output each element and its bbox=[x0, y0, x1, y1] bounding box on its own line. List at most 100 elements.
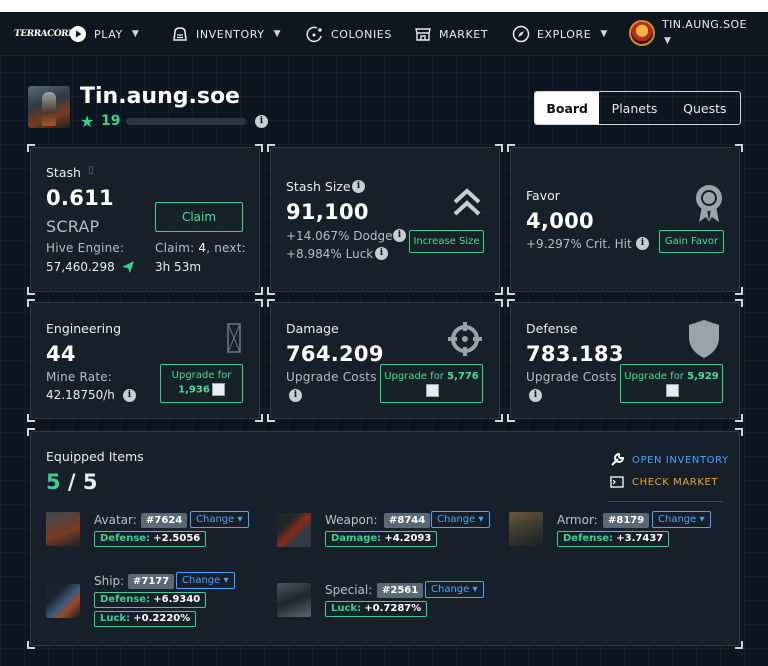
special-item-image bbox=[277, 583, 311, 617]
chevron-down-icon: ▾ bbox=[699, 514, 705, 525]
crosshair-icon bbox=[448, 322, 482, 356]
chevron-down-icon: ▼ bbox=[273, 29, 282, 39]
chevron-down-icon: ▼ bbox=[131, 29, 140, 39]
scrap-token-icon bbox=[426, 384, 439, 397]
damage-upgrade-costs-label: Upgrade Costs bbox=[286, 370, 377, 384]
increase-size-button[interactable]: Increase Size bbox=[409, 230, 484, 253]
weapon-item-id: #8744 bbox=[384, 513, 431, 528]
defense-label: Defense bbox=[526, 321, 578, 336]
nav-market-label: MARKET bbox=[439, 27, 489, 41]
damage-label: Damage bbox=[286, 321, 339, 336]
claim-info: Claim: 4, next: bbox=[155, 241, 246, 255]
chevron-down-icon: ▾ bbox=[478, 514, 484, 525]
upgrade-engineering-button[interactable]: Upgrade for 1,936 bbox=[160, 364, 243, 403]
info-icon[interactable]: i bbox=[375, 247, 388, 260]
inventory-icon bbox=[173, 27, 187, 41]
info-icon[interactable]: i bbox=[636, 237, 649, 250]
nav-explore[interactable]: EXPLORE ▼ bbox=[512, 12, 608, 56]
upgrade-defense-button[interactable]: Upgrade for 5,929 bbox=[620, 364, 723, 403]
favor-card: Favor 4,000 +9.297% Crit. Hit i Gain Fav… bbox=[507, 144, 743, 295]
nav-colonies[interactable]: COLONIES bbox=[306, 12, 392, 56]
nav-colonies-label: COLONIES bbox=[331, 27, 392, 41]
info-icon[interactable]: i bbox=[255, 115, 268, 128]
info-icon[interactable]: i bbox=[393, 229, 406, 242]
engineering-icon bbox=[227, 323, 241, 353]
profile-level: 19 bbox=[101, 113, 121, 129]
stash-unit: SCRAP bbox=[46, 217, 100, 236]
stash-card: Stash ▯ 0.611 SCRAP Claim Hive Engine: 5… bbox=[27, 144, 263, 295]
chevron-down-icon[interactable]: ▼ bbox=[664, 36, 671, 46]
open-inventory-link[interactable]: OPEN INVENTORY bbox=[610, 453, 729, 467]
chevron-down-icon: ▾ bbox=[237, 514, 243, 525]
defense-value: 783.183 bbox=[526, 342, 624, 366]
hive-engine-value: 57,460.298 bbox=[46, 260, 115, 274]
nav-play-label: PLAY bbox=[94, 27, 123, 41]
colonies-icon bbox=[306, 26, 322, 43]
claim-button[interactable]: Claim bbox=[155, 202, 243, 232]
avatar-item-id: #7624 bbox=[141, 513, 188, 528]
engineering-card: Engineering 44 Mine Rate: 42.18750/h i U… bbox=[27, 299, 263, 422]
nav-inventory-label: INVENTORY bbox=[196, 27, 265, 41]
info-icon[interactable]: i bbox=[529, 389, 542, 402]
weapon-slot-label: Weapon: bbox=[325, 513, 378, 527]
weapon-item-image bbox=[277, 513, 311, 547]
ship-item-image bbox=[46, 584, 80, 618]
user-menu-name[interactable]: TIN.AUNG.SOE bbox=[662, 18, 747, 31]
mine-rate-label: Mine Rate: bbox=[46, 370, 113, 384]
ship-change-button[interactable]: Change ▾ bbox=[176, 572, 235, 589]
terracore-logo[interactable]: TERRACORE bbox=[13, 22, 74, 46]
equipped-items-title: Equipped Items bbox=[46, 449, 144, 464]
gain-favor-button[interactable]: Gain Favor bbox=[659, 230, 724, 253]
scrap-token-icon bbox=[666, 384, 679, 397]
info-icon[interactable]: i bbox=[352, 180, 365, 193]
special-item-id: #2561 bbox=[377, 583, 424, 598]
armor-item-id: #8179 bbox=[603, 513, 650, 528]
armor-slot-label: Armor: bbox=[557, 513, 598, 527]
check-market-link[interactable]: CHECK MARKET bbox=[610, 476, 718, 488]
avatar-item-image bbox=[46, 512, 80, 546]
xp-progress-bar bbox=[126, 118, 246, 125]
weapon-change-button[interactable]: Change ▾ bbox=[431, 511, 490, 528]
board-tabs: Board Planets Quests bbox=[534, 91, 741, 125]
favor-label: Favor bbox=[526, 188, 560, 203]
info-icon[interactable]: i bbox=[123, 389, 136, 402]
send-icon[interactable] bbox=[121, 260, 135, 274]
info-icon[interactable]: i bbox=[289, 389, 302, 402]
ship-slot-label: Ship: bbox=[94, 574, 125, 588]
tab-quests[interactable]: Quests bbox=[670, 92, 740, 124]
profile-avatar bbox=[28, 86, 70, 128]
nav-explore-label: EXPLORE bbox=[537, 27, 592, 41]
nav-play[interactable]: PLAY ▼ bbox=[69, 12, 139, 56]
scrap-token-icon bbox=[211, 383, 225, 397]
stash-value: 0.611 bbox=[46, 186, 114, 210]
armor-stat-defense: Defense: +3.7437 bbox=[557, 531, 670, 547]
avatar-stat-defense: Defense: +2.5056 bbox=[94, 531, 207, 547]
special-change-button[interactable]: Change ▾ bbox=[425, 581, 484, 598]
nav-market[interactable]: MARKET bbox=[414, 12, 488, 56]
chevron-down-icon: ▾ bbox=[223, 575, 229, 586]
claim-next-time: 3h 53m bbox=[155, 260, 202, 274]
hive-engine-label: Hive Engine: bbox=[46, 241, 125, 255]
profile-name: Tin.aung.soe bbox=[80, 84, 240, 109]
dodge-bonus: +14.067% Dodge bbox=[286, 229, 393, 243]
defense-upgrade-costs-label: Upgrade Costs bbox=[526, 370, 617, 384]
user-avatar[interactable] bbox=[629, 20, 655, 46]
ship-item-id: #7177 bbox=[128, 574, 175, 589]
terminal-icon bbox=[610, 476, 624, 488]
armor-change-button[interactable]: Change ▾ bbox=[652, 511, 711, 528]
chevron-down-icon: ▼ bbox=[600, 29, 608, 39]
ship-stat-luck: Luck: +0.2220% bbox=[94, 611, 197, 627]
upgrade-damage-button[interactable]: Upgrade for 5,776 bbox=[380, 364, 483, 403]
stash-size-label: Stash Size bbox=[286, 179, 351, 194]
play-icon bbox=[70, 26, 86, 42]
stash-label: Stash bbox=[46, 165, 81, 180]
armor-item-image bbox=[509, 512, 543, 546]
market-icon bbox=[415, 28, 431, 41]
tab-board[interactable]: Board bbox=[535, 92, 600, 124]
nav-inventory[interactable]: INVENTORY ▼ bbox=[171, 12, 281, 56]
equipped-count: 5 / 5 bbox=[46, 470, 98, 494]
avatar-change-button[interactable]: Change ▾ bbox=[190, 511, 249, 528]
tab-planets[interactable]: Planets bbox=[599, 92, 669, 124]
top-nav: TERRACORE PLAY ▼ INVENTORY ▼ COLONIES MA… bbox=[0, 12, 768, 56]
crit-hit-bonus: +9.297% Crit. Hit bbox=[526, 237, 632, 251]
